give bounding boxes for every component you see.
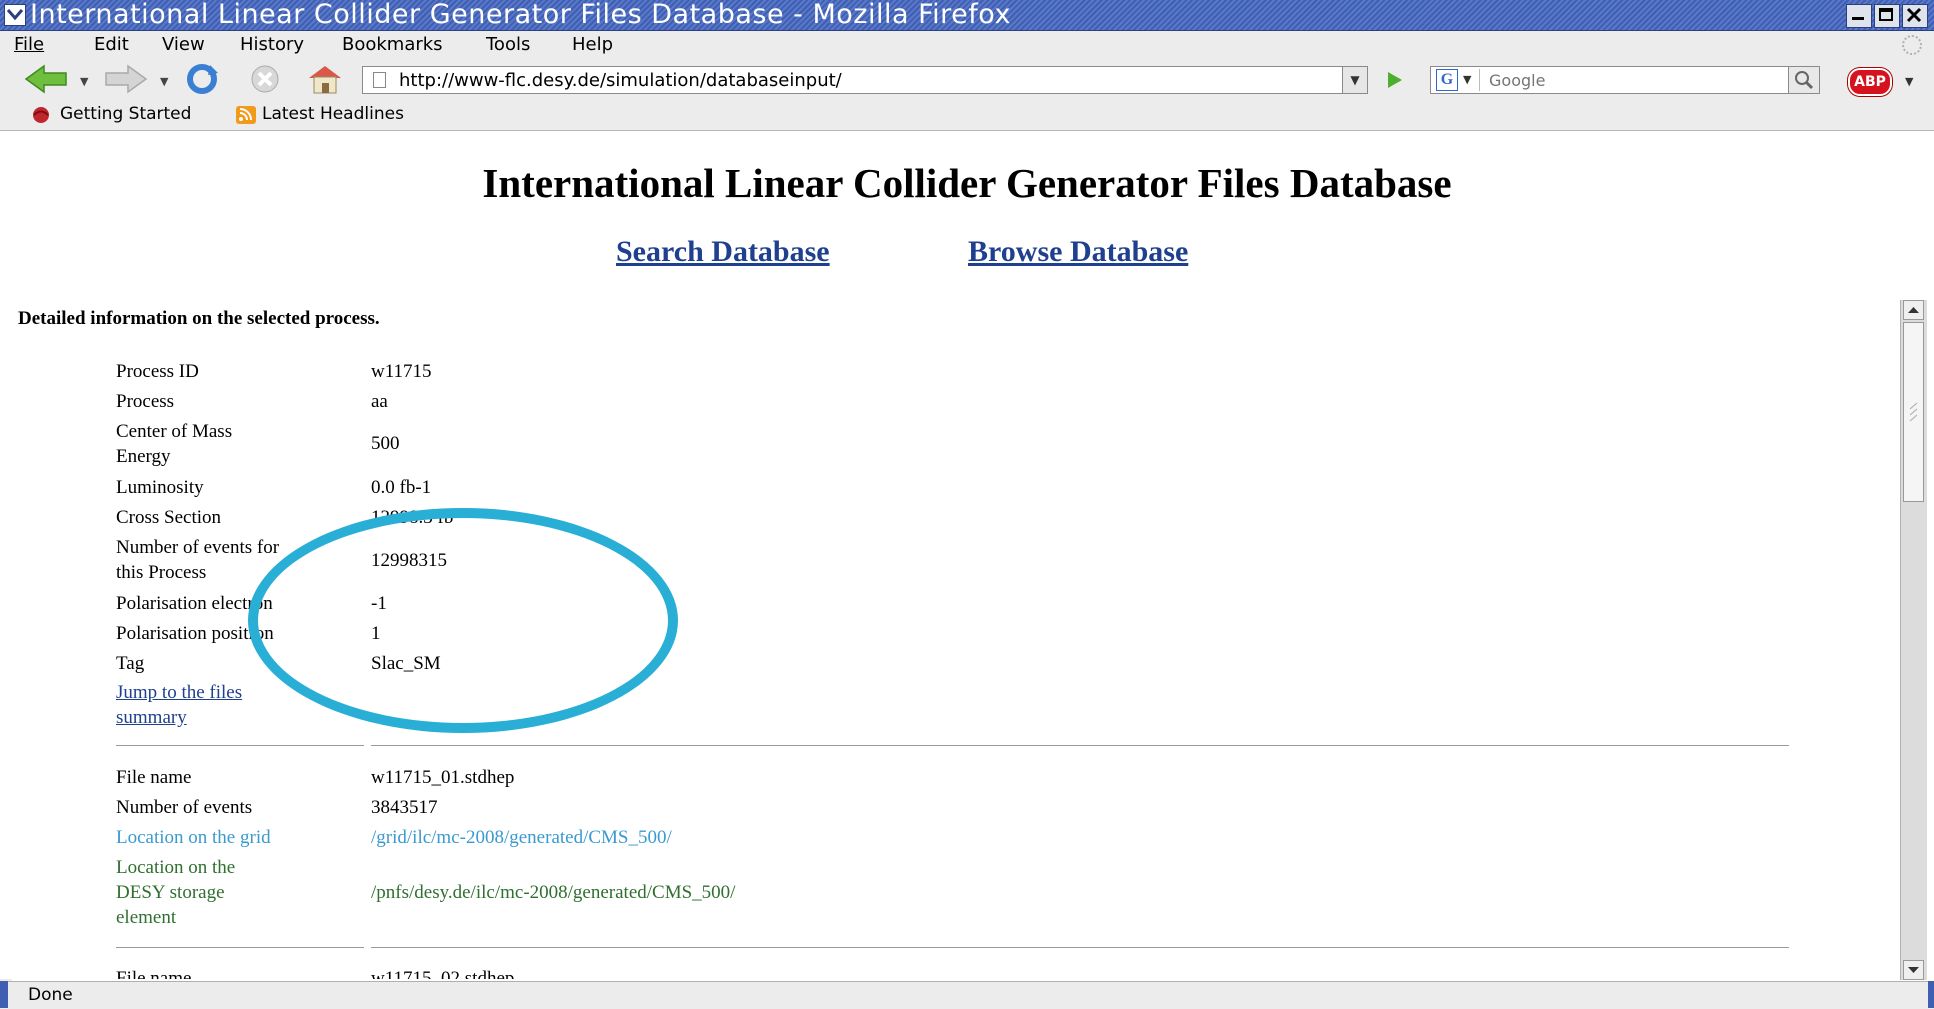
menubar: File Edit View History Bookmarks Tools H…	[0, 31, 1934, 59]
page-icon	[373, 72, 386, 88]
divider	[371, 745, 1789, 746]
file-events-value: 3843517	[371, 797, 438, 818]
status-bar: Done	[0, 981, 1934, 1009]
back-history-dropdown-icon[interactable]: ▼	[80, 75, 88, 88]
search-input[interactable]	[1489, 70, 1739, 90]
jump-to-files-link-line2[interactable]: summary	[116, 705, 366, 731]
forward-history-dropdown-icon[interactable]: ▼	[160, 75, 168, 88]
intro-text: Detailed information on the selected pro…	[18, 308, 380, 329]
divider	[116, 745, 364, 746]
navigation-toolbar: ▼ ▼ ▼ G ▼ ABP ▼	[0, 59, 1934, 99]
search-database-link[interactable]: Search Database	[616, 235, 830, 269]
menu-tools-label: Tools	[486, 34, 531, 55]
cm-energy-label-line2: Energy	[116, 446, 171, 467]
window-titlebar: International Linear Collider Generator …	[0, 0, 1934, 31]
menu-history-label: History	[240, 34, 305, 55]
scroll-down-button[interactable]	[1903, 960, 1924, 980]
chevron-down-icon	[7, 9, 23, 20]
page-title: International Linear Collider Generator …	[482, 160, 1452, 206]
menu-file-label: File	[14, 34, 45, 55]
bookmark-latest-headlines[interactable]: Latest Headlines	[262, 99, 404, 130]
menu-edit[interactable]: Edit	[94, 31, 129, 59]
cm-energy-label-line1: Center of Mass	[116, 421, 233, 442]
status-text: Done	[28, 985, 73, 1005]
grip-icon	[1909, 402, 1918, 422]
divider	[371, 947, 1789, 948]
process-label: Process	[116, 391, 175, 412]
maximize-icon	[1879, 8, 1893, 21]
url-input[interactable]	[399, 69, 1299, 91]
process-id-value: w11715	[371, 361, 432, 382]
arrow-up-icon	[1908, 307, 1919, 313]
menu-help-label: Help	[572, 34, 614, 55]
stop-icon[interactable]	[248, 63, 282, 95]
status-bar-left-edge	[0, 981, 8, 1008]
adblock-plus-button[interactable]: ABP	[1848, 68, 1892, 96]
menu-tools[interactable]: Tools	[486, 31, 530, 59]
search-button[interactable]	[1788, 66, 1820, 94]
back-arrow-icon[interactable]	[24, 63, 68, 95]
getting-started-icon	[33, 107, 49, 123]
grid-location-value: /grid/ilc/mc-2008/generated/CMS_500/	[371, 827, 672, 848]
desy-location-label-line3: element	[116, 907, 177, 928]
bookmark-getting-started[interactable]: Getting Started	[60, 99, 191, 130]
highlight-circle-annotation	[248, 508, 678, 733]
adblock-dropdown-icon[interactable]: ▼	[1905, 75, 1913, 88]
minimize-button[interactable]	[1846, 4, 1872, 28]
menu-view[interactable]: View	[162, 31, 205, 59]
file-name-value: w11715_02.stdhep	[371, 968, 515, 979]
chevron-down-icon: ▼	[1463, 73, 1472, 86]
menu-bookmarks-label: Bookmarks	[342, 34, 443, 55]
url-history-dropdown-icon[interactable]: ▼	[1342, 66, 1368, 94]
arrow-down-icon	[1908, 967, 1919, 973]
menu-bookmarks[interactable]: Bookmarks	[342, 31, 443, 59]
file-events-label: Number of events	[116, 797, 253, 818]
magnifier-icon	[1795, 71, 1814, 90]
rss-feed-icon	[236, 106, 256, 124]
process-value: aa	[371, 391, 388, 412]
scroll-up-button[interactable]	[1903, 300, 1924, 320]
window-title: International Linear Collider Generator …	[30, 0, 1011, 30]
home-icon[interactable]	[306, 63, 344, 95]
menu-view-label: View	[162, 34, 205, 55]
desy-location-value: /pnfs/desy.de/ilc/mc-2008/generated/CMS_…	[371, 882, 736, 903]
luminosity-value: 0.0 fb-1	[371, 477, 432, 498]
throbber-icon	[1902, 35, 1922, 55]
url-bar[interactable]	[362, 66, 1362, 94]
go-arrow-icon[interactable]	[1380, 66, 1408, 94]
menu-history[interactable]: History	[240, 31, 304, 59]
window-menu-button[interactable]	[4, 4, 26, 26]
file-name-value: w11715_01.stdhep	[371, 767, 515, 788]
cm-energy-value: 500	[371, 433, 400, 454]
reload-icon[interactable]	[184, 63, 220, 95]
desy-location-label-line1: Location on the	[116, 857, 236, 878]
grid-location-label: Location on the grid	[116, 827, 271, 848]
cross-section-label: Cross Section	[116, 507, 222, 528]
search-engine-selector[interactable]: G ▼	[1433, 69, 1480, 91]
luminosity-label: Luminosity	[116, 477, 204, 498]
desy-location-label-line2: DESY storage	[116, 882, 225, 903]
file-name-label: File name	[116, 968, 192, 979]
browse-database-link[interactable]: Browse Database	[968, 235, 1188, 269]
minimize-icon	[1852, 17, 1864, 20]
menu-help[interactable]: Help	[572, 31, 613, 59]
google-logo-icon: G	[1436, 69, 1458, 91]
menu-file[interactable]: File	[14, 31, 44, 59]
forward-arrow-icon[interactable]	[104, 63, 148, 95]
bookmarks-toolbar: Getting Started Latest Headlines	[0, 99, 1934, 131]
divider	[116, 947, 364, 948]
status-bar-right-edge	[1928, 981, 1934, 1008]
file-name-label: File name	[116, 767, 192, 788]
close-button[interactable]	[1902, 4, 1928, 28]
vertical-scrollbar[interactable]	[1900, 300, 1927, 980]
close-icon	[1906, 7, 1922, 23]
search-box[interactable]: G ▼	[1430, 66, 1820, 94]
scrollbar-thumb[interactable]	[1903, 322, 1924, 502]
menu-edit-label: Edit	[94, 34, 129, 55]
maximize-button[interactable]	[1874, 4, 1900, 28]
process-id-label: Process ID	[116, 361, 199, 382]
